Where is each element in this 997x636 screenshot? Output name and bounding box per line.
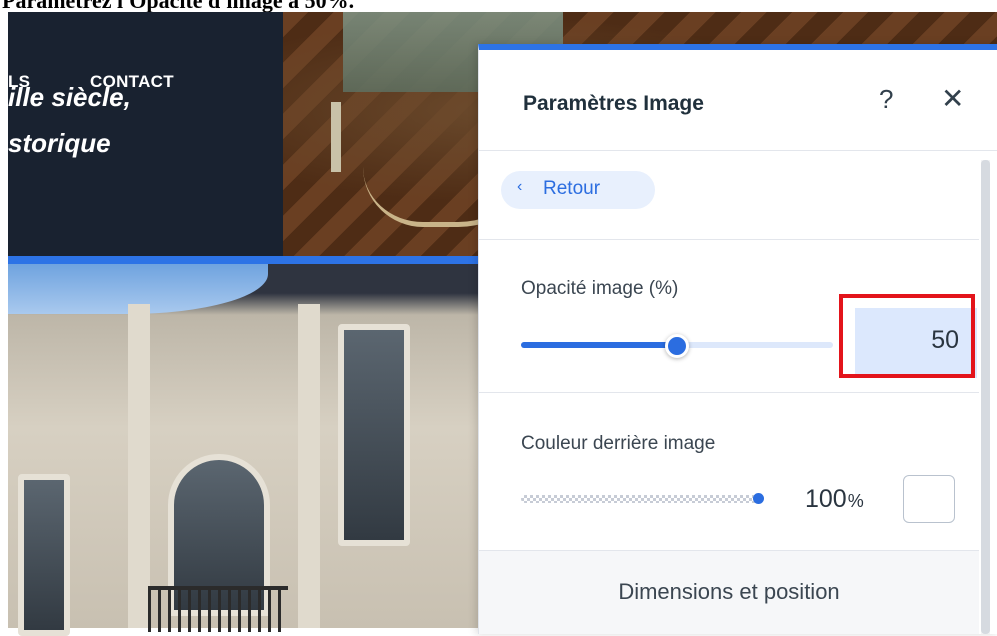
site-headline-line1: ille siècle, [8, 82, 131, 112]
color-opacity-slider[interactable] [521, 493, 764, 504]
photo-balcony [148, 586, 288, 632]
color-opacity-number: 100 [805, 485, 847, 513]
color-swatch-button[interactable] [903, 475, 955, 523]
opacity-slider-fill [521, 342, 677, 348]
site-headline-line2: storique [8, 128, 111, 158]
opacity-label: Opacité image (%) [521, 278, 679, 299]
photo-window [338, 324, 410, 546]
back-button[interactable]: ‹ Retour [501, 171, 655, 209]
photo-window [18, 474, 70, 636]
photo-pilaster [298, 304, 320, 628]
dimensions-row[interactable]: Dimensions et position [479, 551, 979, 634]
opacity-value-input[interactable]: 50 [855, 308, 977, 378]
back-button-label: Retour [543, 178, 601, 199]
color-opacity-unit: % [847, 491, 864, 511]
panel-header: Paramètres Image ? ✕ [479, 50, 997, 151]
back-row: ‹ Retour [479, 151, 979, 240]
instruction-caption: Paramétrez l'Opacité d'image à 50%. [0, 0, 997, 12]
opacity-slider[interactable] [521, 334, 833, 358]
site-header: LS CONTACT ille siècle, storique [8, 12, 283, 256]
opacity-section: Opacité image (%) 50 [479, 240, 979, 393]
site-headline: ille siècle, storique [8, 74, 131, 166]
help-icon[interactable]: ? [879, 84, 893, 115]
panel-scrollbar-thumb[interactable] [981, 160, 990, 634]
background-color-label: Couleur derrière image [521, 433, 716, 454]
opacity-slider-handle[interactable] [665, 334, 689, 358]
instruction-text: Paramétrez l'Opacité d'image à 50%. [2, 0, 354, 12]
panel-scrollbar[interactable] [981, 160, 990, 634]
photo-pilaster [128, 304, 150, 628]
close-icon[interactable]: ✕ [941, 85, 964, 113]
panel-title: Paramètres Image [523, 92, 704, 115]
color-opacity-slider-handle[interactable] [753, 493, 764, 504]
dimensions-position-label: Dimensions et position [618, 579, 840, 604]
chevron-left-icon: ‹ [517, 178, 523, 195]
background-color-section: Couleur derrière image 100% [479, 393, 979, 551]
color-opacity-value: 100% [805, 485, 864, 514]
image-settings-panel: Paramètres Image ? ✕ ‹ Retour Opacité im… [478, 44, 997, 634]
photo-post [331, 102, 341, 172]
